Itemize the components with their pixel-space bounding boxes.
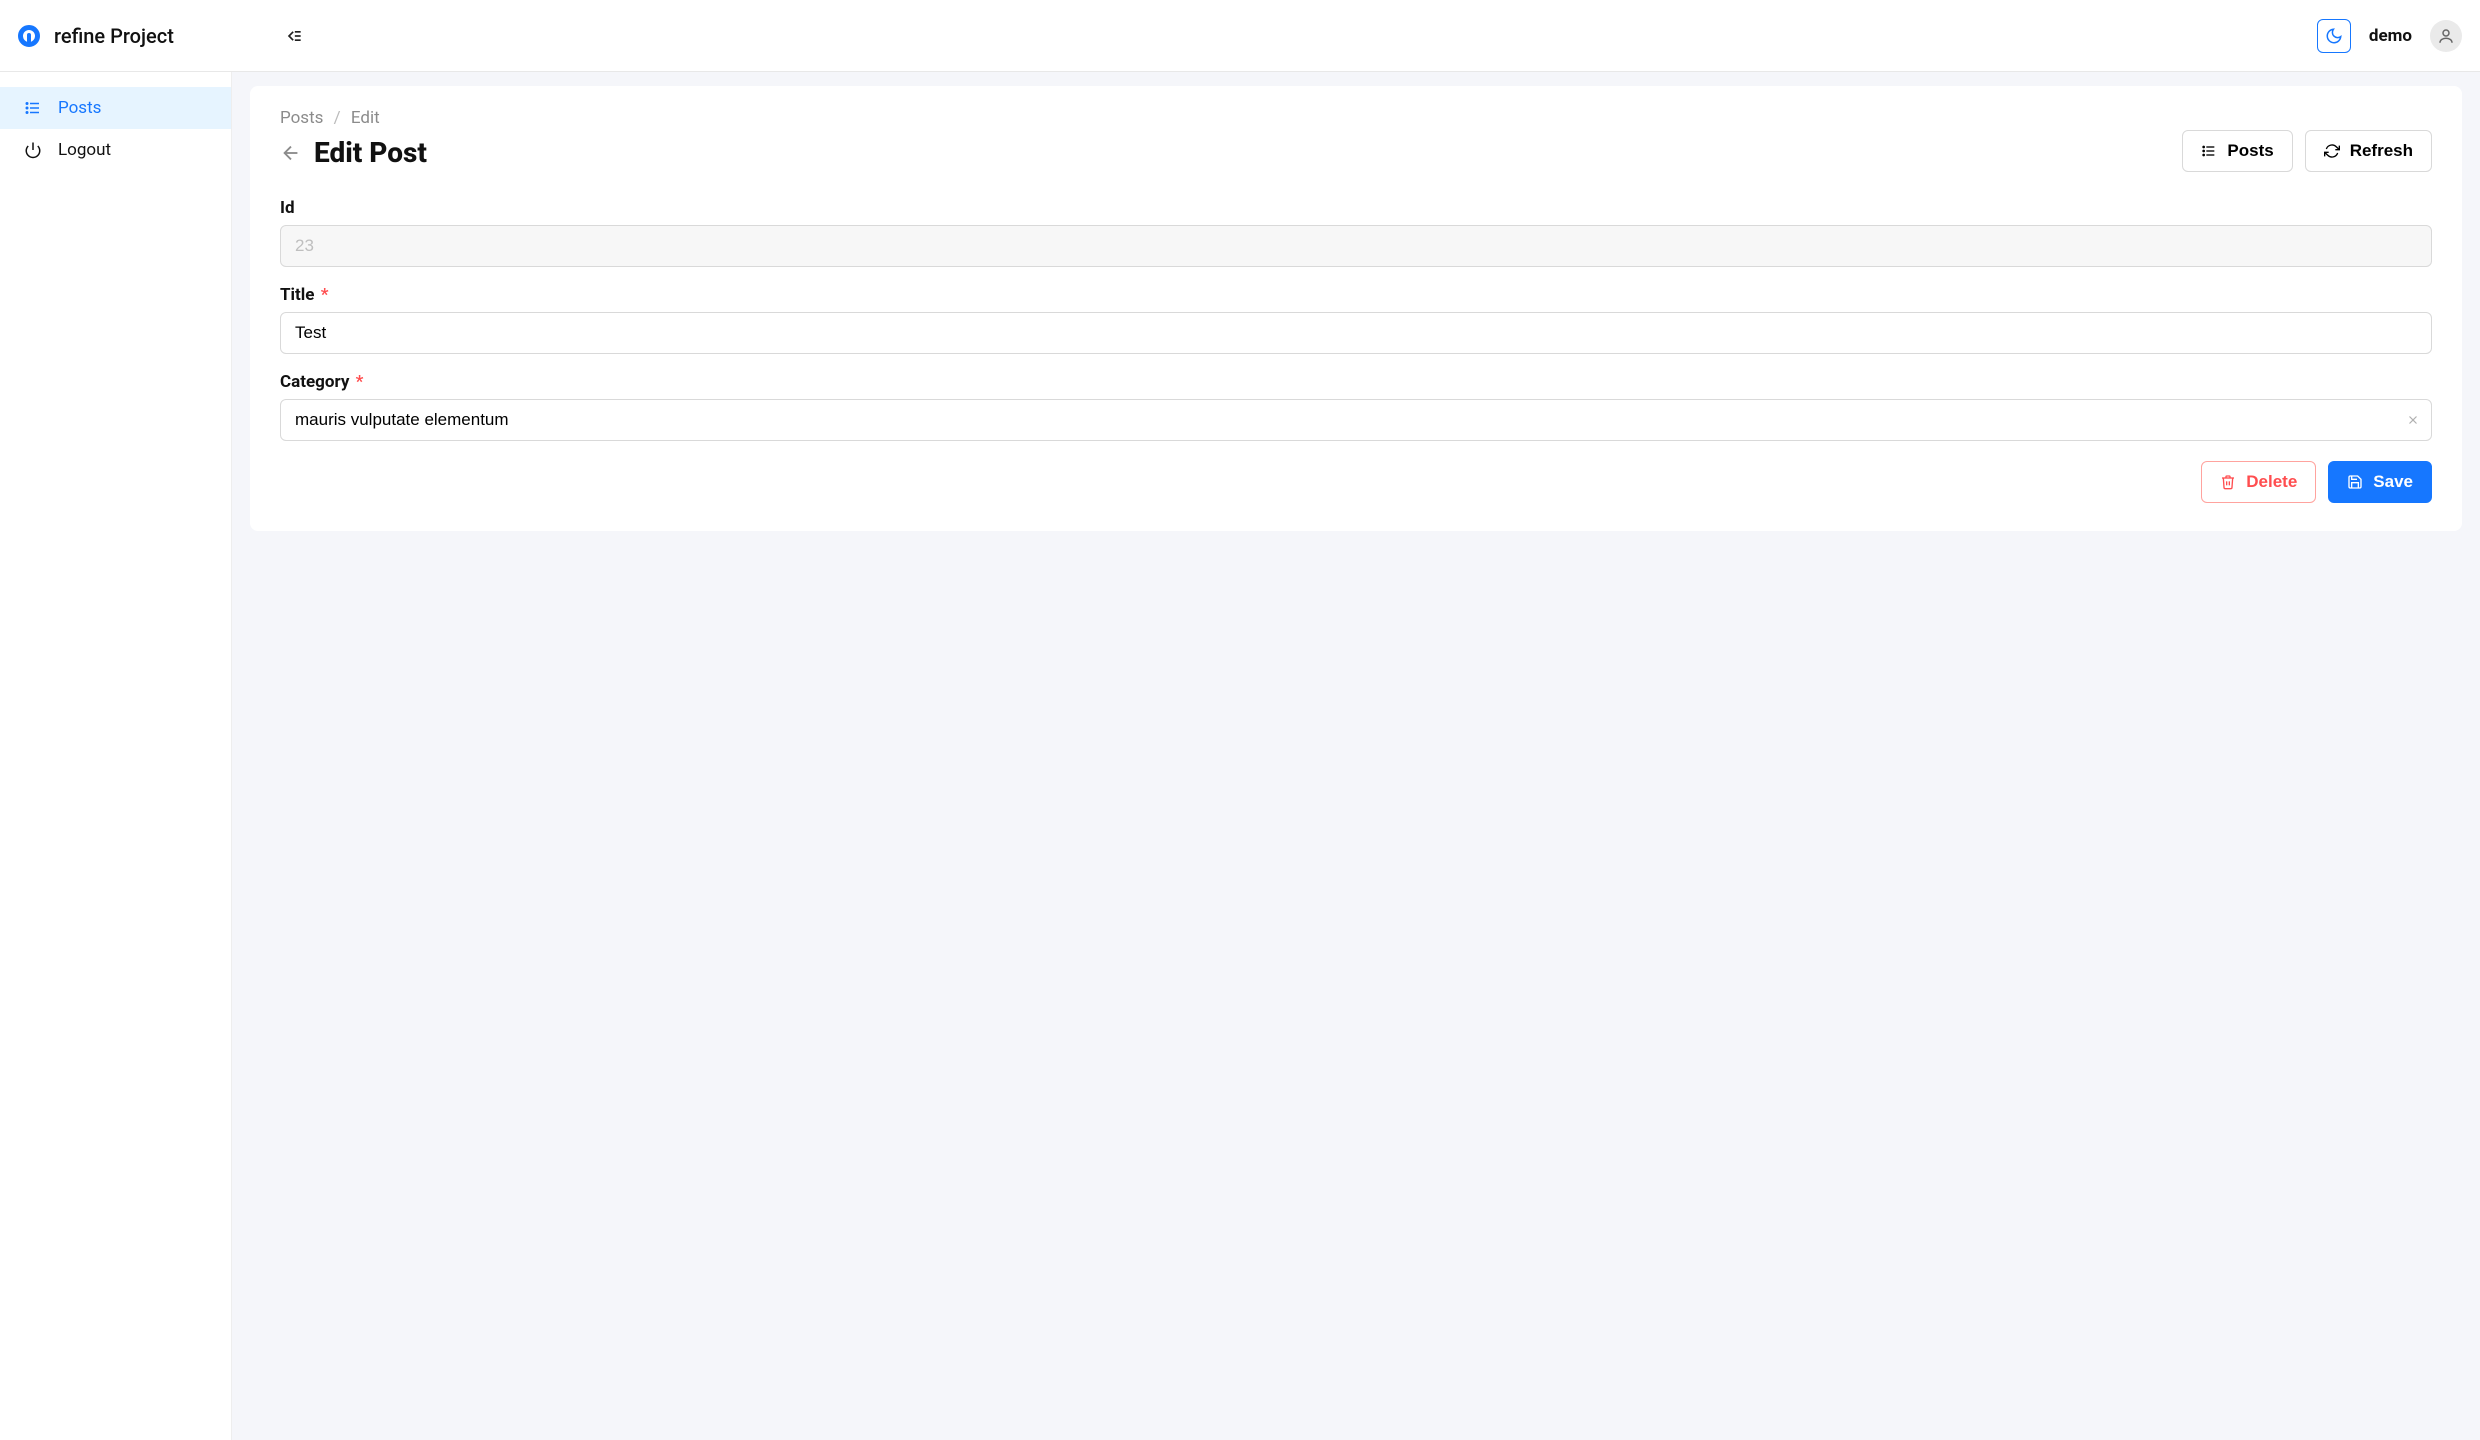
posts-list-button-label: Posts	[2227, 141, 2273, 161]
title-label-text: Title	[280, 285, 314, 305]
form-group-title: Title *	[280, 285, 2432, 354]
refresh-icon	[2324, 143, 2340, 159]
breadcrumb-root[interactable]: Posts	[280, 108, 323, 128]
category-label-text: Category	[280, 372, 349, 392]
category-select[interactable]	[280, 399, 2432, 441]
breadcrumb: Posts / Edit	[280, 108, 427, 128]
save-button[interactable]: Save	[2328, 461, 2432, 503]
delete-button-label: Delete	[2246, 472, 2297, 492]
header-right: demo	[2317, 19, 2462, 53]
list-icon	[2201, 143, 2217, 159]
user-icon	[2437, 27, 2455, 45]
category-label: Category *	[280, 372, 2432, 392]
brand-name: refine Project	[54, 24, 174, 48]
save-button-label: Save	[2373, 472, 2413, 492]
sidebar-item-label: Posts	[58, 98, 101, 118]
sidebar-item-label: Logout	[58, 140, 111, 160]
form-group-id: Id	[280, 198, 2432, 267]
content-area: Posts / Edit Edit Post Posts	[232, 72, 2480, 1440]
sidebar-item-logout[interactable]: Logout	[0, 129, 231, 171]
refine-logo-icon	[18, 25, 40, 47]
id-field	[280, 225, 2432, 267]
back-button[interactable]	[280, 142, 302, 164]
app-header: refine Project demo	[0, 0, 2480, 72]
user-name: demo	[2369, 26, 2412, 46]
required-mark: *	[356, 372, 364, 392]
category-field[interactable]	[280, 399, 2432, 441]
theme-toggle-button[interactable]	[2317, 19, 2351, 53]
sidebar: Posts Logout	[0, 72, 232, 1440]
form-group-category: Category *	[280, 372, 2432, 441]
sidebar-item-posts[interactable]: Posts	[0, 87, 231, 129]
required-mark: *	[321, 285, 329, 305]
page-title: Edit Post	[314, 136, 427, 169]
layout: Posts Logout Posts / Edit	[0, 72, 2480, 1440]
edit-card: Posts / Edit Edit Post Posts	[250, 86, 2462, 531]
header-actions: Posts Refresh	[2182, 130, 2432, 172]
refresh-button-label: Refresh	[2350, 141, 2413, 161]
collapse-icon	[284, 26, 304, 46]
refresh-button[interactable]: Refresh	[2305, 130, 2432, 172]
moon-icon	[2325, 27, 2343, 45]
form-footer: Delete Save	[280, 461, 2432, 503]
trash-icon	[2220, 474, 2236, 490]
arrow-left-icon	[280, 142, 302, 164]
posts-list-button[interactable]: Posts	[2182, 130, 2292, 172]
title-field[interactable]	[280, 312, 2432, 354]
delete-button[interactable]: Delete	[2201, 461, 2316, 503]
id-label: Id	[280, 198, 2432, 218]
avatar[interactable]	[2430, 20, 2462, 52]
save-icon	[2347, 474, 2363, 490]
breadcrumb-separator: /	[334, 108, 341, 128]
clear-icon[interactable]	[2406, 413, 2420, 427]
title-label: Title *	[280, 285, 2432, 305]
breadcrumb-current: Edit	[351, 108, 380, 128]
list-icon	[24, 99, 42, 117]
header-left: refine Project	[18, 20, 310, 52]
sidebar-collapse-button[interactable]	[278, 20, 310, 52]
power-icon	[24, 141, 42, 159]
